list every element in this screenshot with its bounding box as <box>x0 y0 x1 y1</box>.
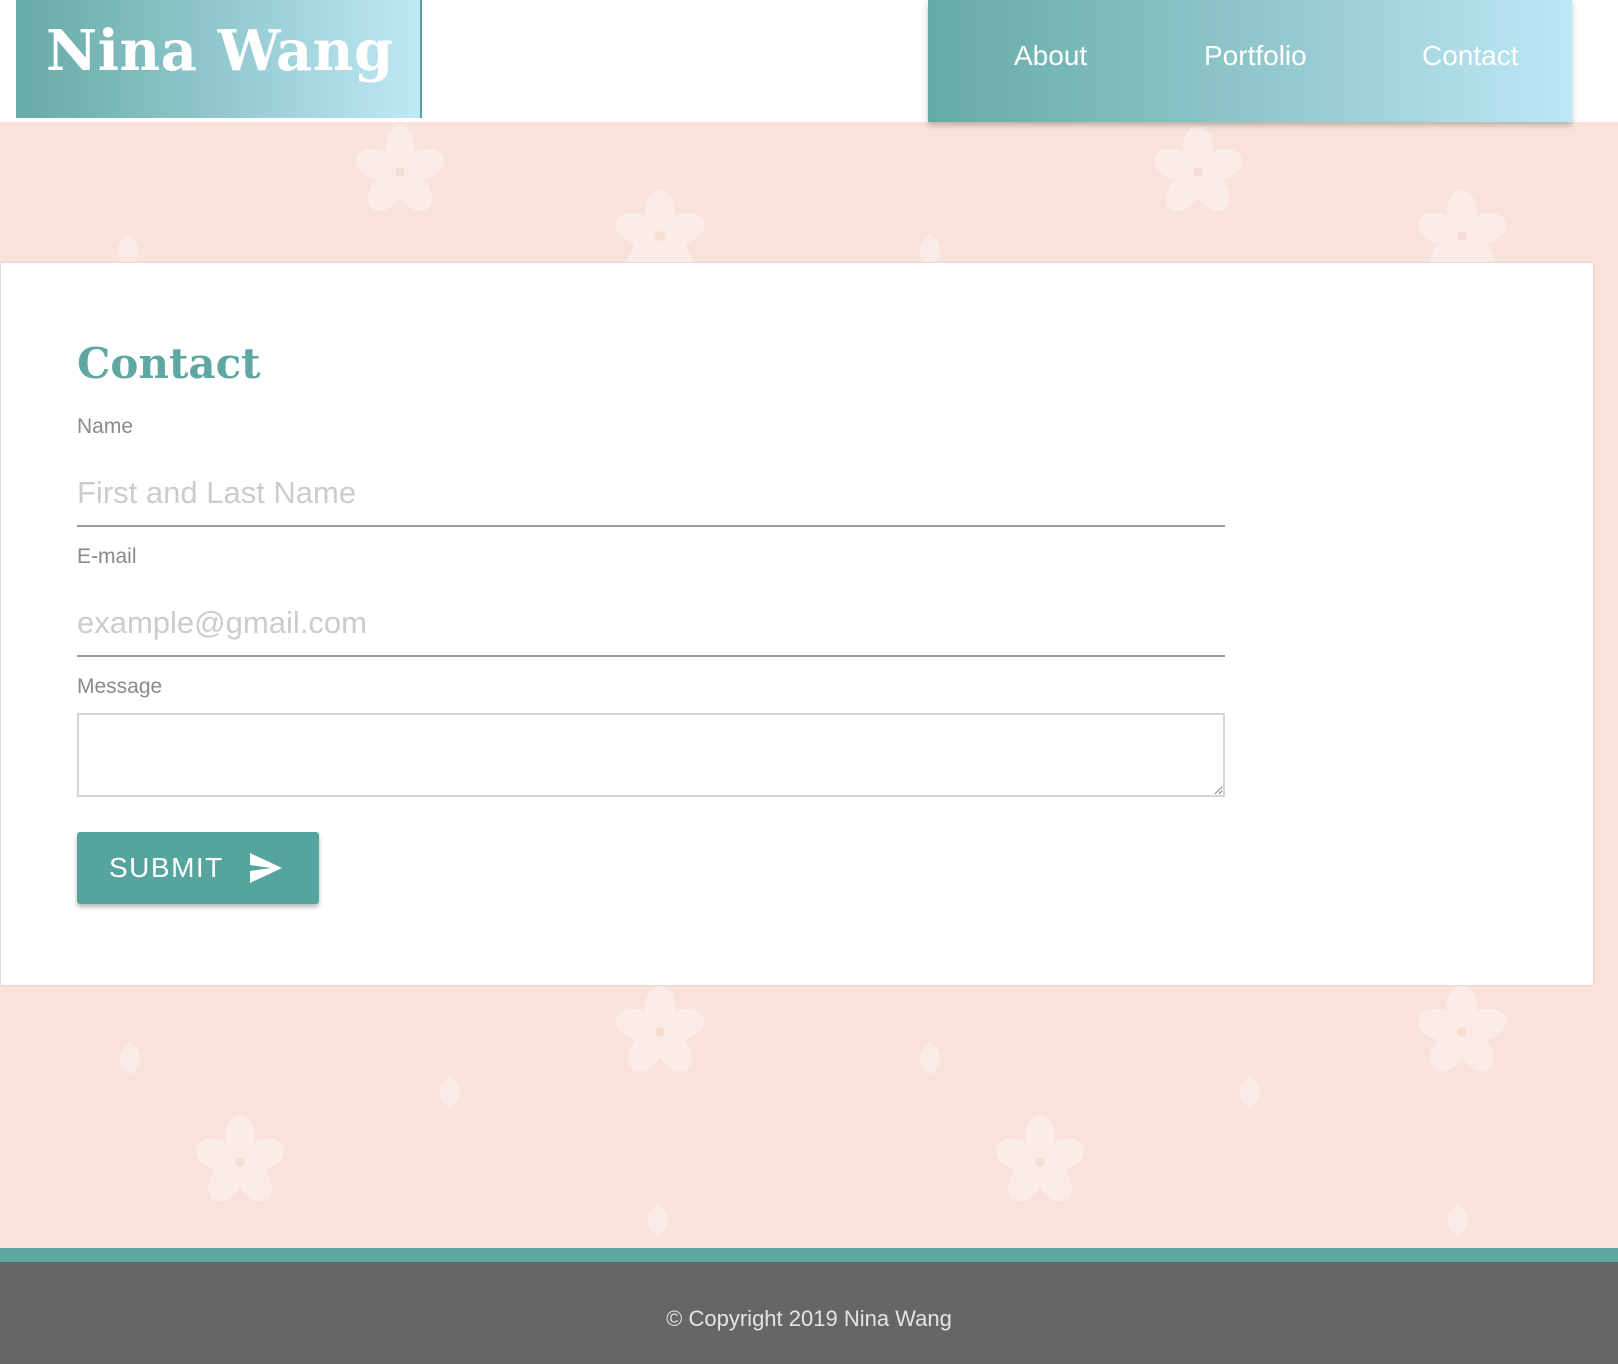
main-nav: About Portfolio Contact <box>928 0 1572 122</box>
petal-icon <box>439 1076 461 1108</box>
cherry-blossom-icon <box>1414 986 1510 1079</box>
site-name[interactable]: Nina Wang <box>46 18 394 84</box>
nav-link-portfolio[interactable]: Portfolio <box>1204 40 1307 72</box>
message-label: Message <box>77 675 163 698</box>
submit-button[interactable]: SUBMIT <box>77 832 319 904</box>
cherry-blossom-icon <box>1150 126 1246 219</box>
cherry-blossom-icon <box>192 1116 288 1209</box>
submit-label: SUBMIT <box>109 852 224 883</box>
cherry-blossom-icon <box>352 126 448 219</box>
name-label: Name <box>77 415 134 438</box>
page-title: Contact <box>77 339 261 388</box>
send-icon <box>250 853 282 883</box>
copyright-text: © Copyright 2019 Nina Wang <box>666 1306 952 1331</box>
message-field[interactable] <box>77 713 1225 797</box>
petal-icon <box>919 1042 941 1074</box>
nav-link-about[interactable]: About <box>1014 40 1087 72</box>
contact-card: Contact Name E-mail Message SUBMIT <box>0 262 1594 986</box>
petal-icon <box>1239 1076 1261 1108</box>
petal-icon <box>1447 1204 1469 1236</box>
nav-link-contact[interactable]: Contact <box>1422 40 1519 72</box>
email-label: E-mail <box>77 545 137 568</box>
site-footer: © Copyright 2019 Nina Wang <box>0 1248 1618 1364</box>
petal-icon <box>119 1042 141 1074</box>
petal-icon <box>647 1204 669 1236</box>
site-header: Nina Wang About Portfolio Contact <box>0 0 1618 122</box>
cherry-blossom-icon <box>612 986 708 1079</box>
email-field[interactable] <box>77 591 1225 657</box>
name-field[interactable] <box>77 461 1225 527</box>
cherry-blossom-icon <box>992 1116 1088 1209</box>
site-logo[interactable]: Nina Wang <box>16 0 422 118</box>
